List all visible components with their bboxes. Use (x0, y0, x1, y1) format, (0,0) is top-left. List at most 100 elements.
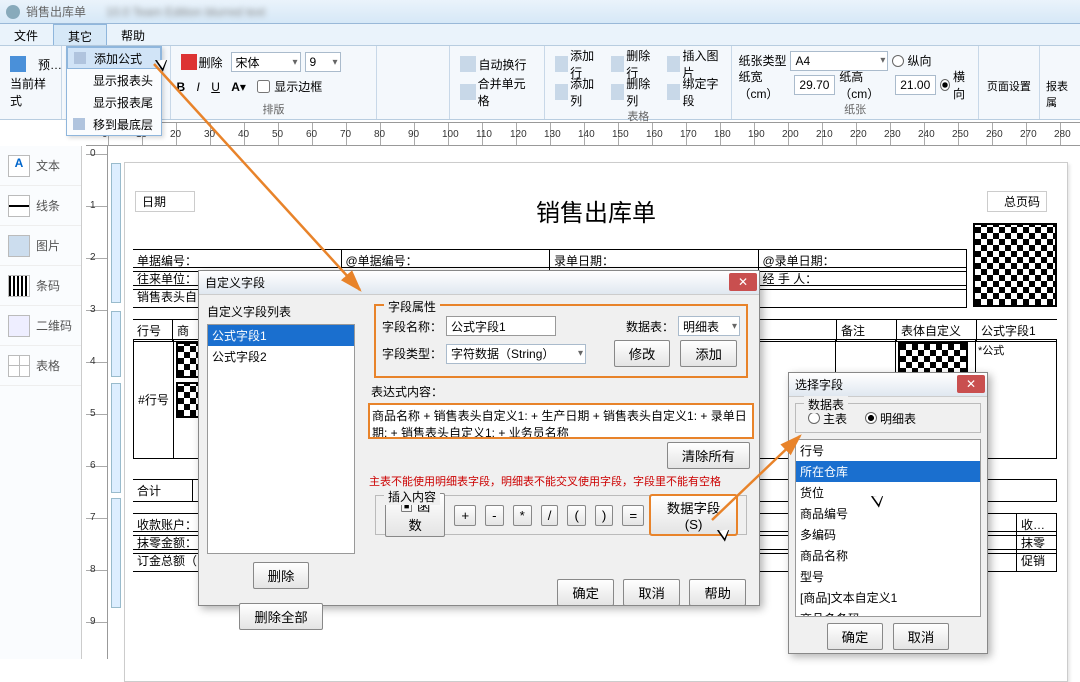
body-band-handle[interactable] (111, 311, 121, 377)
list-item[interactable]: 公式字段2 (208, 346, 354, 367)
op-minus[interactable]: - (485, 505, 503, 526)
paper-width-label: 纸宽（cm） (738, 68, 790, 102)
delete-button[interactable]: 删除 (177, 52, 227, 73)
mouse-cursor (158, 56, 172, 76)
del-col-button[interactable]: 删除列 (607, 73, 659, 111)
menu-file[interactable]: 文件 (0, 24, 53, 45)
data-table-select[interactable]: 明细表 (678, 316, 740, 336)
orient-vertical-radio[interactable]: 纵向 (892, 52, 931, 69)
op-rparen[interactable]: ) (595, 505, 613, 526)
add-col-icon (555, 84, 568, 100)
field-name-input[interactable]: 公式字段1 (446, 316, 556, 336)
list-item[interactable]: 商品编号 (796, 503, 980, 524)
total-label[interactable]: 合计 (133, 480, 193, 501)
delete-field-button[interactable]: 删除 (253, 562, 310, 589)
ok-button[interactable]: 确定 (557, 579, 614, 606)
detail-table-radio[interactable]: 明细表 (865, 410, 916, 427)
bold-button[interactable]: B (177, 80, 186, 94)
orient-horizontal-radio[interactable]: 横向 (940, 68, 972, 102)
help-button[interactable]: 帮助 (689, 579, 746, 606)
op-lparen[interactable]: ( (567, 505, 585, 526)
field-select-listbox[interactable]: 行号所在仓库货位商品编号多编码商品名称型号[商品]文本自定义1商品多条码业务员名… (795, 439, 981, 617)
bind-field-button[interactable]: 绑定字段 (663, 73, 725, 111)
list-item[interactable]: 商品名称 (796, 545, 980, 566)
list-item[interactable]: 公式字段1 (208, 325, 354, 346)
tool-text[interactable]: A文本 (0, 146, 81, 186)
promo-cell[interactable]: 促销 (1017, 550, 1057, 571)
hash-formula[interactable]: *公式 (976, 340, 1056, 458)
dropdown-add-formula[interactable]: 添加公式 (67, 47, 161, 69)
op-eq[interactable]: = (622, 505, 644, 526)
formula-icon (74, 52, 86, 64)
add-button[interactable]: 添加 (680, 340, 737, 367)
tool-palette: A文本 线条 图片 条码 二维码 表格 (0, 146, 82, 659)
autowrap-button[interactable]: 自动换行 (456, 54, 530, 75)
list-item[interactable]: 行号 (796, 440, 980, 461)
field-type-select[interactable]: 字符数据（String） (446, 344, 586, 364)
grid-icon (8, 355, 30, 377)
delete-all-button[interactable]: 删除全部 (239, 603, 322, 630)
font-color-button[interactable]: A▾ (231, 80, 246, 94)
window-title-extra: 10.0 Team Edition blurred text (106, 5, 265, 19)
font-select[interactable]: 宋体 (231, 52, 301, 72)
modify-button[interactable]: 修改 (614, 340, 671, 367)
list-item[interactable]: [商品]文本自定义1 (796, 587, 980, 608)
show-border-checkbox[interactable] (257, 80, 270, 93)
paper-type-select[interactable]: A4 (790, 51, 888, 71)
col-body-custom[interactable]: 表体自定义 (897, 320, 977, 341)
italic-button[interactable]: I (197, 80, 200, 94)
select-cancel-button[interactable]: 取消 (893, 623, 950, 650)
detail-band-handle[interactable] (111, 383, 121, 493)
paper-height-input[interactable]: 21.00 (895, 75, 936, 95)
page-setup-icon[interactable] (995, 50, 1023, 78)
tool-image[interactable]: 图片 (0, 226, 81, 266)
dropdown-move-bottom[interactable]: 移到最底层 (67, 113, 161, 135)
qr-header-right[interactable] (973, 223, 1057, 307)
tool-line[interactable]: 线条 (0, 186, 81, 226)
close-icon[interactable]: ✕ (729, 273, 757, 291)
footer-band-handle[interactable] (111, 498, 121, 608)
add-col-button[interactable]: 添加列 (551, 73, 603, 111)
dropdown-show-footer[interactable]: 显示报表尾 (67, 91, 161, 113)
mouse-cursor-3 (874, 492, 888, 512)
save-button[interactable] (6, 54, 30, 74)
expression-input[interactable]: 商品名称 + 销售表头自定义1: + 生产日期 + 销售表头自定义1: + 录单… (369, 404, 753, 438)
tool-table[interactable]: 表格 (0, 346, 81, 386)
list-item[interactable]: 所在仓库 (796, 461, 980, 482)
hash-lineno[interactable]: #行号 (134, 340, 174, 458)
select-field-title[interactable]: 选择字段 ✕ (789, 373, 987, 397)
op-div[interactable]: / (541, 505, 559, 526)
field-listbox[interactable]: 公式字段1 公式字段2 (207, 324, 355, 554)
select-ok-button[interactable]: 确定 (827, 623, 884, 650)
tool-qrcode[interactable]: 二维码 (0, 306, 81, 346)
paper-width-input[interactable]: 29.70 (794, 75, 835, 95)
list-item[interactable]: 货位 (796, 482, 980, 503)
merge-cells-button[interactable]: 合并单元格 (456, 73, 538, 111)
list-item[interactable]: 型号 (796, 566, 980, 587)
merge-icon (460, 84, 475, 100)
op-plus[interactable]: + (454, 505, 476, 526)
data-table-label: 数据表： (626, 318, 674, 335)
col-formula1[interactable]: 公式字段1 (977, 320, 1057, 341)
list-item[interactable]: 商品多条码 (796, 608, 980, 617)
dropdown-show-header[interactable]: 显示报表头 (67, 69, 161, 91)
tool-barcode[interactable]: 条码 (0, 266, 81, 306)
col-remark[interactable]: 备注 (837, 320, 897, 341)
header-band-handle[interactable] (111, 163, 121, 303)
menu-other[interactable]: 其它 (53, 24, 107, 45)
pagenum-field[interactable]: 总页码 (987, 191, 1047, 212)
op-mul[interactable]: * (513, 505, 532, 526)
report-prop-icon[interactable] (1046, 50, 1074, 78)
underline-button[interactable]: U (211, 80, 220, 94)
clear-all-button[interactable]: 清除所有 (667, 442, 750, 469)
font-size-select[interactable]: 9 (305, 52, 341, 72)
close-icon[interactable]: ✕ (957, 375, 985, 393)
cancel-button[interactable]: 取消 (623, 579, 680, 606)
col-lineno[interactable]: 行号 (133, 320, 173, 341)
vertical-ruler: 0123456789 (86, 146, 108, 659)
list-item[interactable]: 多编码 (796, 524, 980, 545)
custom-field-dialog-title[interactable]: 自定义字段 ✕ (199, 271, 759, 295)
document-title[interactable]: 销售出库单 (125, 193, 1067, 228)
date-field[interactable]: 日期 (135, 191, 195, 212)
menu-help[interactable]: 帮助 (107, 24, 160, 45)
